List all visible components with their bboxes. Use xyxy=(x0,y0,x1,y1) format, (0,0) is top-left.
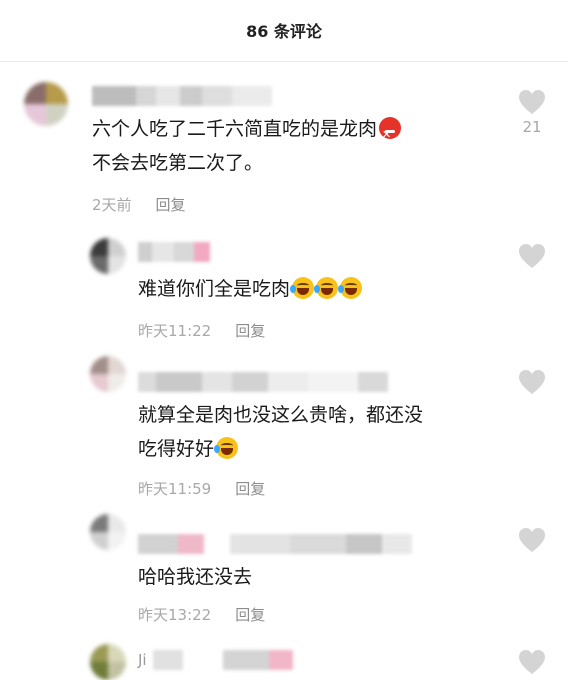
comment-text: 难道你们全是吃肉 xyxy=(138,272,363,306)
avatar[interactable] xyxy=(90,514,126,550)
tears-of-joy-emoji xyxy=(314,277,339,299)
like-button[interactable] xyxy=(517,526,547,554)
avatar[interactable] xyxy=(90,644,126,680)
heart-icon xyxy=(519,528,545,552)
comment-text: 六个人吃了二千六简直吃的是龙肉 xyxy=(92,112,402,152)
like-count: 21 xyxy=(522,118,542,136)
comment-meta: 2天前 回复 xyxy=(92,194,186,215)
avatar[interactable] xyxy=(24,82,68,126)
reply-button[interactable]: 回复 xyxy=(235,480,265,498)
like-button[interactable] xyxy=(517,368,547,396)
comment-meta: 昨天11:22 回复 xyxy=(138,320,265,341)
reply-button[interactable]: 回复 xyxy=(235,606,265,624)
comment-meta: 昨天13:22 回复 xyxy=(138,604,265,625)
like-button[interactable] xyxy=(517,648,547,676)
reply-button[interactable]: 回复 xyxy=(235,322,265,340)
avatar[interactable] xyxy=(90,238,126,274)
heart-icon xyxy=(519,244,545,268)
comment-meta: 昨天11:59 回复 xyxy=(138,478,265,499)
comment-text: 哈哈我还没去 xyxy=(138,566,253,588)
comment-time: 昨天11:22 xyxy=(138,322,212,340)
comment-text-line2: 不会去吃第二次了。 xyxy=(92,152,264,174)
tears-of-joy-emoji xyxy=(290,277,315,299)
username-blurred[interactable] xyxy=(138,242,210,262)
comments-header: 86 条评论 xyxy=(0,0,568,62)
heart-icon xyxy=(519,370,545,394)
comment-text-line2: 吃得好好 xyxy=(138,432,239,466)
username-blurred[interactable] xyxy=(138,372,388,392)
comment-time: 昨天11:59 xyxy=(138,480,212,498)
reply-button[interactable]: 回复 xyxy=(156,196,186,214)
tears-of-joy-emoji xyxy=(338,277,363,299)
username-blurred xyxy=(152,650,293,670)
avatar[interactable] xyxy=(90,356,126,392)
heart-icon xyxy=(519,90,545,114)
heart-icon xyxy=(519,650,545,674)
like-button[interactable] xyxy=(517,242,547,270)
comment-time: 2天前 xyxy=(92,196,132,214)
angry-face-emoji xyxy=(379,117,402,152)
comment-time: 昨天13:22 xyxy=(138,606,212,624)
username-blurred[interactable] xyxy=(92,86,272,106)
username-prefix: Ji xyxy=(138,651,147,669)
comment-count-title: 86 条评论 xyxy=(246,22,322,41)
tears-of-joy-emoji xyxy=(214,437,239,459)
like-button[interactable]: 21 xyxy=(517,88,547,136)
username-blurred[interactable] xyxy=(138,534,412,554)
comment-text: 就算全是肉也没这么贵啥，都还没 xyxy=(138,404,424,426)
username-partial[interactable]: Ji xyxy=(138,650,293,670)
